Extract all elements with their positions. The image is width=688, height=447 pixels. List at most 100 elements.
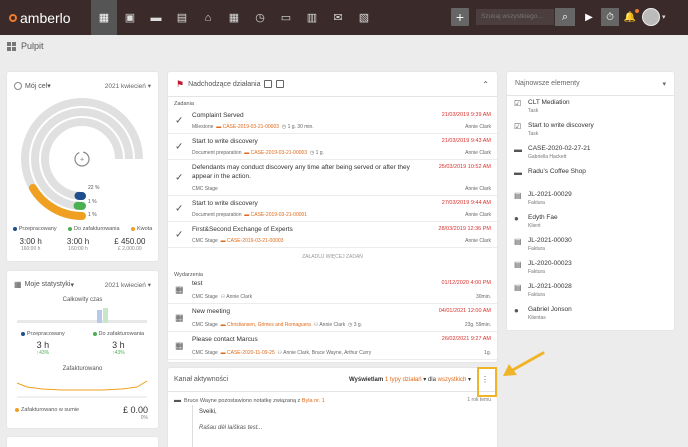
case-link[interactable]: ▬ CASE-2019-03-21-00003 (221, 238, 284, 244)
recent-item-title[interactable]: JL-2020-00023 (528, 260, 572, 267)
task-title[interactable]: Complaint Served (192, 112, 422, 121)
billing-icon[interactable]: ▥ (299, 0, 325, 35)
recent-item-title[interactable]: CLT Mediation (528, 99, 570, 106)
stats-period-select[interactable]: 2021 kwiecień ▾ (105, 281, 151, 289)
stopwatch-button[interactable]: ⏱ (601, 8, 619, 26)
stats-title[interactable]: ▦ Moje statystyki ▾ (14, 280, 74, 289)
chevron-down-icon[interactable]: ▾ (662, 80, 666, 88)
case-link[interactable]: ▬ Christiansen, Grimes and Romaguera (221, 322, 311, 328)
recent-item-title[interactable]: JL-2021-00028 (528, 283, 572, 290)
invoiced-line-chart (16, 380, 148, 398)
case-link[interactable]: ▬ CASE-2020-11-09-25 (221, 350, 275, 356)
task-date: 21/03/2019 9:43 AM (441, 138, 491, 144)
mail-icon[interactable]: ✉ (325, 0, 351, 35)
stats-period-text: 2021 kwiecień (104, 281, 146, 289)
event-row[interactable]: ▦ test CMC Stage ⚇ Annie Clark 01/12/202… (168, 276, 497, 304)
chevron-down-icon[interactable]: ▾ (662, 13, 666, 21)
search-input[interactable] (476, 9, 554, 25)
recent-item[interactable]: ● Gabriel Jonson Klientas (514, 306, 669, 326)
notifications-button[interactable]: 🔔 (623, 8, 639, 26)
recent-item[interactable]: ▬ CASE-2020-02-27-21 Gabriella Hackett (514, 145, 669, 165)
check-icon[interactable]: ✓ (175, 172, 183, 183)
activity-filter[interactable]: Wyświetlam 1 typy działań ▾ dla wszystki… (349, 376, 471, 383)
event-row[interactable]: ▦ Please contact Marcus CMC Stage ▬ CASE… (168, 332, 497, 360)
check-icon[interactable]: ✓ (175, 115, 183, 126)
activity-entry-link[interactable]: Byla nr. 1 (302, 398, 325, 404)
recent-item[interactable]: ▤ JL-2021-00028 Faktura (514, 283, 669, 303)
people-icon: ⚇ (220, 294, 226, 300)
case-link-text: CASE-2019-03-21-00003 (222, 124, 280, 130)
task-row[interactable]: ✓ Defendants may conduct discovery any t… (168, 160, 497, 196)
task-icon: ☑ (514, 122, 522, 131)
goal-value-amount: £ 450.00 £ 2,000.00 (114, 237, 145, 252)
recent-item-title[interactable]: Edyth Fae (528, 214, 558, 221)
stats-title-text: Moje statystyki (24, 281, 71, 288)
task-title[interactable]: Start to write discovery (192, 200, 422, 209)
play-timer-button[interactable]: ▶ (582, 8, 596, 26)
event-row[interactable]: ▦ New meeting CMC Stage ▬ Christiansen, … (168, 304, 497, 332)
case-link[interactable]: ▬ CASE-2019-03-21-00003 (244, 150, 307, 156)
contacts-icon[interactable]: ▣ (117, 0, 143, 35)
recent-item[interactable]: ● Edyth Fae Klient (514, 214, 669, 234)
briefcase-icon: ▬ (514, 145, 522, 154)
invoice-icon: ▤ (514, 191, 522, 200)
page-title-text: Pulpit (21, 41, 44, 51)
task-row[interactable]: ✓ Start to write discovery Document prep… (168, 134, 497, 160)
task-title[interactable]: First&Second Exchange of Experts (192, 226, 422, 235)
logo[interactable]: amberlo (0, 10, 90, 26)
event-title[interactable]: test (192, 280, 422, 289)
event-title[interactable]: New meeting (192, 308, 422, 317)
dashboard-icon[interactable]: ▦ (91, 0, 117, 35)
recent-item-title[interactable]: Gabriel Jonson (528, 306, 572, 313)
search-button[interactable]: ⌕ (555, 8, 575, 26)
recent-item-subtitle: Klient (528, 223, 541, 229)
filter-all[interactable]: wszystkich (438, 377, 467, 383)
recent-item[interactable]: ▤ JL-2020-00023 Faktura (514, 260, 669, 280)
filter-count[interactable]: 1 typy działań (385, 377, 422, 383)
case-link[interactable]: ▬ CASE-2019-03-21-00003 (216, 124, 279, 130)
search-icon: ⌕ (561, 11, 569, 23)
load-more-tasks-button[interactable]: ZAŁADUJ WIĘCEJ ZADAŃ (168, 254, 497, 260)
add-event-icon[interactable] (276, 80, 285, 88)
user-avatar[interactable] (642, 8, 660, 26)
check-icon[interactable]: ✓ (175, 229, 183, 240)
recent-item[interactable]: ▬ Radu's Coffee Shop (514, 168, 669, 188)
reports-icon[interactable]: ▧ (351, 0, 377, 35)
stats-billable-label: Do zafakturowania (98, 331, 145, 337)
recent-item[interactable]: ▤ JL-2021-00029 Faktura (514, 191, 669, 211)
task-title[interactable]: Defendants may conduct discovery any tim… (192, 164, 422, 181)
worked-value: 3:00 h (19, 237, 42, 246)
recent-item[interactable]: ▤ JL-2021-00030 Faktura (514, 237, 669, 257)
activity-title: Kanał aktywności (174, 376, 229, 383)
recent-item-title[interactable]: JL-2021-00030 (528, 237, 572, 244)
check-icon[interactable]: ✓ (175, 203, 183, 214)
case-link-text: CASE-2019-03-21-00003 (227, 238, 284, 244)
recent-item-title[interactable]: Radu's Coffee Shop (528, 168, 586, 175)
recent-item[interactable]: ☑ CLT Mediation Task (514, 99, 669, 119)
briefcase-icon[interactable]: ▬ (143, 0, 169, 35)
invoiced-sum-value: £ 0.00 (122, 405, 148, 415)
recent-item-title[interactable]: Start to write discovery (528, 122, 594, 129)
task-row[interactable]: ✓ First&Second Exchange of Experts CMC S… (168, 222, 497, 248)
document-icon[interactable]: ▤ (169, 0, 195, 35)
collapse-icon[interactable]: ⌃ (482, 80, 489, 89)
recent-item-title[interactable]: JL-2021-00029 (528, 191, 572, 198)
task-title[interactable]: Start to write discovery (192, 138, 422, 147)
check-icon[interactable]: ✓ (175, 141, 183, 152)
task-row[interactable]: ✓ Start to write discovery Document prep… (168, 196, 497, 222)
history-icon[interactable]: ◷ (247, 0, 273, 35)
bank-icon[interactable]: ⌂ (195, 0, 221, 35)
calendar-icon[interactable]: ▦ (221, 0, 247, 35)
duration-icon: ◷ (347, 322, 353, 328)
folder-icon[interactable]: ▭ (273, 0, 299, 35)
case-link[interactable]: ▬ CASE-2019-03-21-00001 (244, 212, 307, 218)
recent-item[interactable]: ☑ Start to write discovery Task (514, 122, 669, 142)
add-task-icon[interactable] (264, 80, 273, 88)
task-row[interactable]: ✓ Complaint Served Milestone ▬ CASE-2019… (168, 108, 497, 134)
add-new-button[interactable]: + (451, 8, 469, 26)
stats-billable-value: 3 h (112, 340, 125, 350)
total-time-label: Całkowity czas (62, 297, 103, 303)
event-title[interactable]: Please contact Marcus (192, 336, 422, 345)
recent-item-title[interactable]: CASE-2020-02-27-21 (528, 145, 591, 152)
event-type: CMC Stage (192, 322, 218, 328)
